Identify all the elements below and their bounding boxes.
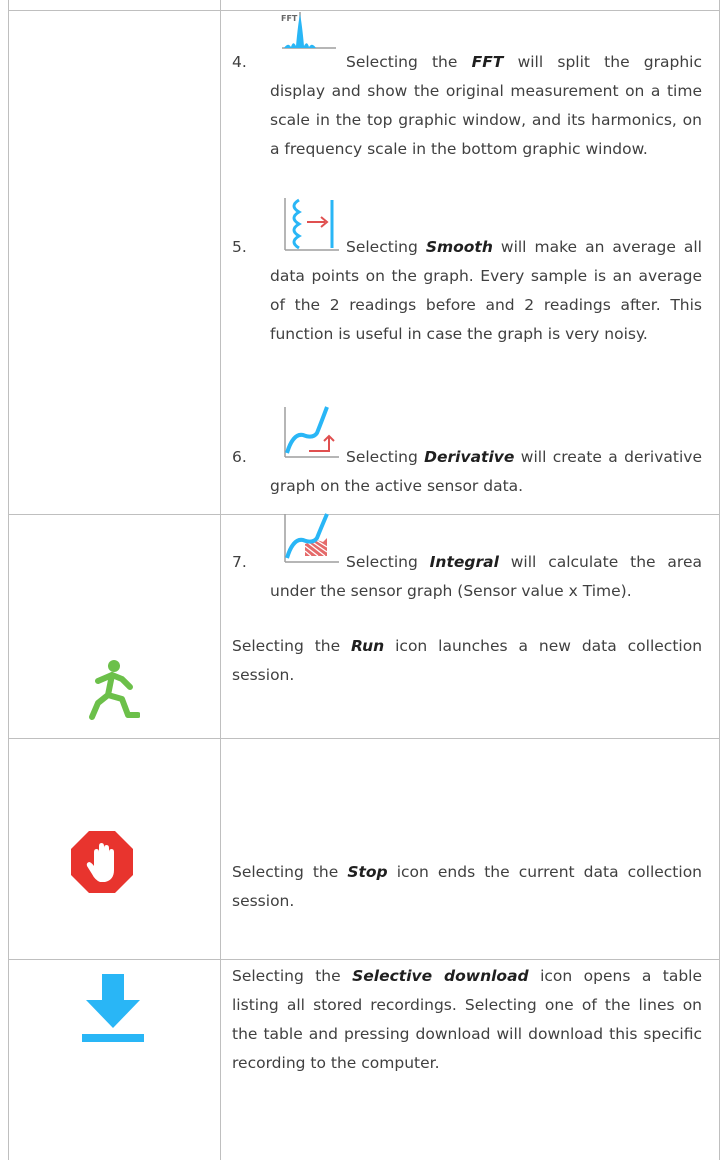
- run-icon[interactable]: [88, 659, 141, 721]
- table-top-border: [8, 10, 720, 11]
- item-smooth-keyword: Smooth: [425, 238, 493, 256]
- stop-icon[interactable]: [70, 830, 134, 894]
- item-fft-description: Selecting the FFT will split the graphic…: [270, 48, 702, 164]
- table-column-divider: [220, 0, 221, 1160]
- item-smooth-keyword-wrap: Smooth: [426, 238, 493, 256]
- row-stop-description: Selecting the Stop icon ends the current…: [232, 858, 702, 916]
- row-divider: [8, 514, 720, 515]
- item-derivative-keyword-wrap: Derivative: [424, 448, 514, 466]
- item-derivative-description: Selecting Derivative will create a deriv…: [270, 443, 702, 501]
- table-border-right: [719, 0, 720, 1160]
- item-smooth-description: Selecting Smooth will make an average al…: [270, 233, 702, 349]
- item-integral-keyword: Integral: [429, 553, 499, 571]
- row-download-keyword-wrap: Selective download: [352, 967, 529, 985]
- svg-text:FFT: FFT: [281, 14, 298, 23]
- fft-icon: FFT: [278, 0, 340, 52]
- row-download-description: Selecting the Selective download icon op…: [232, 962, 702, 1078]
- download-icon[interactable]: [78, 972, 148, 1042]
- item-derivative-keyword: Derivative: [424, 448, 515, 466]
- row-download-keyword: Selective download: [352, 967, 529, 985]
- row-run-keyword: Run: [351, 637, 385, 655]
- item-derivative-text-pre: Selecting: [346, 448, 425, 466]
- row-run-text-pre: Selecting the: [232, 637, 352, 655]
- item-number: 4.: [232, 53, 247, 71]
- item-fft-text-pre: Selecting the: [346, 53, 472, 71]
- item-integral-text-pre: Selecting: [346, 553, 430, 571]
- item-fft-keyword: FFT: [471, 53, 504, 71]
- row-run-keyword-wrap: Run: [351, 637, 384, 655]
- item-number: 6.: [232, 448, 247, 466]
- item-smooth-text-pre: Selecting: [346, 238, 426, 256]
- item-fft-keyword-wrap: FFT: [472, 53, 504, 71]
- row-stop-text-pre: Selecting the: [232, 863, 348, 881]
- item-integral-description: Selecting Integral will calculate the ar…: [270, 548, 702, 606]
- row-stop-keyword: Stop: [347, 863, 388, 881]
- item-number: 7.: [232, 553, 247, 571]
- row-divider: [8, 959, 720, 960]
- row-run-description: Selecting the Run icon launches a new da…: [232, 632, 702, 690]
- table-border-left: [8, 0, 9, 1160]
- item-integral-keyword-wrap: Integral: [430, 553, 499, 571]
- row-download-text-pre: Selecting the: [232, 967, 353, 985]
- row-divider: [8, 738, 720, 739]
- item-number: 5.: [232, 238, 247, 256]
- row-stop-keyword-wrap: Stop: [347, 863, 387, 881]
